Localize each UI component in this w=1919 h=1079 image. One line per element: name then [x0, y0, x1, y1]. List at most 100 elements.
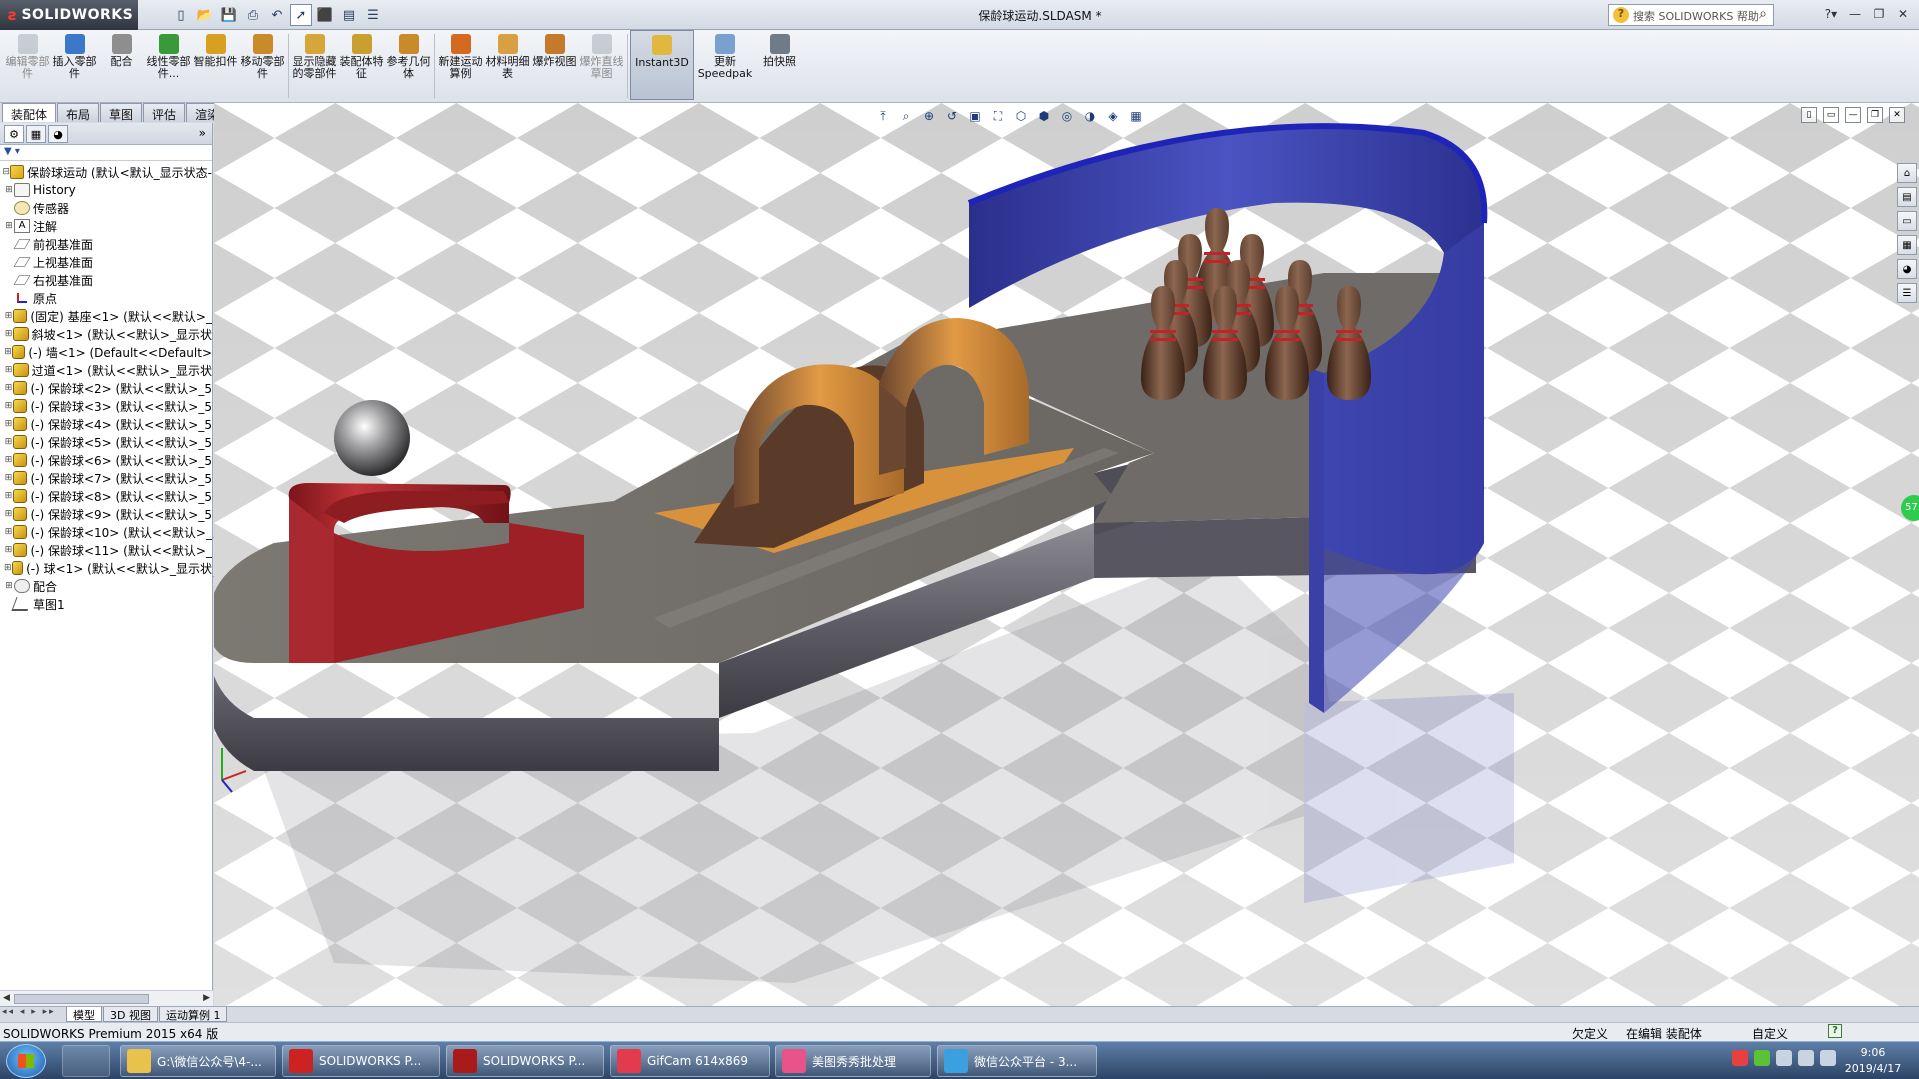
save-icon[interactable]: 💾 [218, 4, 240, 26]
tree-item[interactable]: ⊞ (固定) 基座<1> (默认<<默认>_ [0, 307, 212, 325]
edit-appearance-icon[interactable]: ◑ [1081, 107, 1099, 125]
appearances-icon[interactable]: ◕ [1897, 259, 1917, 279]
tree-item[interactable]: ⊞ History [0, 181, 212, 199]
file-properties-icon[interactable]: ▤ [338, 4, 360, 26]
taskbar-item[interactable]: 美图秀秀批处理 [775, 1045, 931, 1077]
expand-toggle-icon[interactable]: ⊞ [4, 383, 13, 393]
tree-filter-icon[interactable]: ▼ ▾ [0, 145, 212, 161]
tile-vertical-icon[interactable]: ▯ [1801, 107, 1817, 123]
expand-toggle-icon[interactable]: ⊞ [4, 491, 13, 501]
viewport-close-icon[interactable]: ✕ [1889, 107, 1905, 123]
expand-toggle-icon[interactable]: ⊞ [4, 185, 14, 195]
cmd-button-6[interactable]: 显示隐藏的零部件 [291, 30, 338, 100]
hide-show-items-icon[interactable]: ◎ [1058, 107, 1076, 125]
dynamic-annotation-icon[interactable]: ⛶ [989, 107, 1007, 125]
design-library-icon[interactable]: ▤ [1897, 187, 1917, 207]
model-tab-1[interactable]: 3D 视图 [103, 1007, 158, 1022]
taskbar-item[interactable]: 微信公众平台 - 3... [937, 1045, 1097, 1077]
expand-toggle-icon[interactable]: ⊞ [4, 581, 14, 591]
expand-toggle-icon[interactable]: ⊞ [4, 347, 12, 357]
select-cursor-icon[interactable]: ➚ [290, 4, 312, 26]
zoom-to-fit-icon[interactable]: ⌕ [897, 107, 915, 125]
tree-item[interactable]: ⊞ 斜坡<1> (默认<<默认>_显示状 [0, 325, 212, 343]
tree-item[interactable]: ⊞ 配合 [0, 577, 212, 595]
expand-toggle-icon[interactable]: ⊞ [4, 221, 14, 231]
scroll-left-icon[interactable]: ◀ [3, 993, 10, 1003]
tab-2[interactable]: 草图 [100, 103, 143, 122]
cmd-button-13[interactable]: Instant3D [630, 30, 694, 100]
expand-toggle-icon[interactable]: ⊞ [4, 437, 13, 447]
tree-item[interactable]: ⊞ (-) 保龄球<3> (默认<<默认>_5 [0, 397, 212, 415]
bowling-assembly-model[interactable] [214, 103, 1919, 1006]
model-tab-0[interactable]: 模型 [66, 1007, 102, 1022]
view-settings-icon[interactable]: ▦ [1127, 107, 1145, 125]
display-style-icon[interactable]: ⬢ [1035, 107, 1053, 125]
tree-item[interactable]: ⊞ (-) 保龄球<7> (默认<<默认>_5 [0, 469, 212, 487]
tree-item[interactable]: 原点 [0, 289, 212, 307]
viewport-minimize-icon[interactable]: — [1845, 107, 1861, 123]
feature-tree-tab-icon[interactable]: ⚙ [4, 125, 24, 143]
tray-shield-icon[interactable] [1732, 1050, 1748, 1066]
search-icon[interactable]: ⌕ [1759, 6, 1767, 22]
tree-item[interactable]: ⊞ (-) 保龄球<5> (默认<<默认>_5 [0, 433, 212, 451]
expand-toggle-icon[interactable]: ⊞ [4, 473, 13, 483]
expand-toggle-icon[interactable]: ⊞ [4, 545, 13, 555]
taskbar-item[interactable]: GifCam 614x869 [610, 1045, 770, 1077]
tab-1[interactable]: 布局 [57, 103, 100, 122]
cmd-button-1[interactable]: 插入零部件 [51, 30, 98, 100]
tree-item[interactable]: ⊞ (-) 墙<1> (Default<<Default> [0, 343, 212, 361]
view-orientation-icon[interactable]: ⤒ [874, 107, 892, 125]
tray-security-icon[interactable] [1754, 1050, 1770, 1066]
cmd-button-4[interactable]: 智能扣件 [192, 30, 239, 100]
view-orientation-cube-icon[interactable]: ⬡ [1012, 107, 1030, 125]
solidworks-logo[interactable]: ƨ SOLIDWORKS [0, 0, 138, 30]
expand-toggle-icon[interactable]: ⊟ [2, 167, 10, 177]
new-document-icon[interactable]: ▯ [170, 4, 192, 26]
collapse-panel-icon[interactable]: » [199, 126, 206, 140]
scroll-right-icon[interactable]: ▶ [203, 993, 210, 1003]
start-button[interactable] [6, 1044, 46, 1078]
tree-item[interactable]: 右视基准面 [0, 271, 212, 289]
help-dropdown-icon[interactable]: ?▾ [1821, 4, 1841, 24]
cmd-button-0[interactable]: 编辑零部件 [4, 30, 51, 100]
tree-item[interactable]: ⊞ (-) 保龄球<10> (默认<<默认>_ [0, 523, 212, 541]
tree-item[interactable]: ⊟ 保龄球运动 (默认<默认_显示状态- [0, 163, 212, 181]
property-manager-tab-icon[interactable]: ▦ [26, 125, 46, 143]
view-palette-icon[interactable]: ▦ [1897, 235, 1917, 255]
help-search-input[interactable]: ? 搜索 SOLIDWORKS 帮助 ⌕ [1608, 4, 1774, 26]
expand-toggle-icon[interactable]: ⊞ [4, 401, 13, 411]
cmd-button-9[interactable]: 新建运动算例 [437, 30, 484, 100]
tree-item[interactable]: ⊞ (-) 保龄球<11> (默认<<默认>_ [0, 541, 212, 559]
tree-item[interactable]: ⊞ (-) 保龄球<2> (默认<<默认>_5 [0, 379, 212, 397]
taskbar-item[interactable]: G:\微信公众号\4-... [120, 1045, 276, 1077]
expand-toggle-icon[interactable]: ⊞ [4, 329, 13, 339]
tree-item[interactable]: ⊞ A 注解 [0, 217, 212, 235]
cmd-button-15[interactable]: 拍快照 [756, 30, 803, 100]
tray-network-icon[interactable] [1798, 1050, 1814, 1066]
cmd-button-10[interactable]: 材料明细表 [484, 30, 531, 100]
cmd-button-14[interactable]: 更新Speedpak [694, 30, 756, 100]
cmd-button-3[interactable]: 线性零部件... [145, 30, 192, 100]
previous-view-icon[interactable]: ↺ [943, 107, 961, 125]
file-explorer-icon[interactable]: ▭ [1897, 211, 1917, 231]
cmd-button-2[interactable]: 配合 [98, 30, 145, 100]
tab-3[interactable]: 评估 [143, 103, 186, 122]
system-clock[interactable]: 9:06 2019/4/17 [1838, 1045, 1908, 1077]
restore-button[interactable]: ❐ [1869, 4, 1889, 24]
expand-toggle-icon[interactable]: ⊞ [4, 455, 13, 465]
tree-item[interactable]: ⊞ (-) 保龄球<6> (默认<<默认>_5 [0, 451, 212, 469]
tray-flag-icon[interactable] [1776, 1050, 1792, 1066]
tree-item[interactable]: ⊞ 过道<1> (默认<<默认>_显示状 [0, 361, 212, 379]
cmd-button-5[interactable]: 移动零部件 [239, 30, 286, 100]
close-button[interactable]: ✕ [1893, 4, 1913, 24]
undo-icon[interactable]: ↶ [266, 4, 288, 26]
apply-scene-icon[interactable]: ◈ [1104, 107, 1122, 125]
tray-volume-icon[interactable] [1820, 1050, 1836, 1066]
pinned-app-icon[interactable] [62, 1045, 110, 1077]
tree-item[interactable]: 草图1 [0, 595, 212, 613]
help-status-icon[interactable]: ? [1828, 1024, 1842, 1038]
expand-toggle-icon[interactable]: ⊞ [4, 563, 12, 573]
options-icon[interactable]: ☰ [362, 4, 384, 26]
solidworks-resources-icon[interactable]: ⌂ [1897, 163, 1917, 183]
expand-toggle-icon[interactable]: ⊞ [4, 419, 13, 429]
